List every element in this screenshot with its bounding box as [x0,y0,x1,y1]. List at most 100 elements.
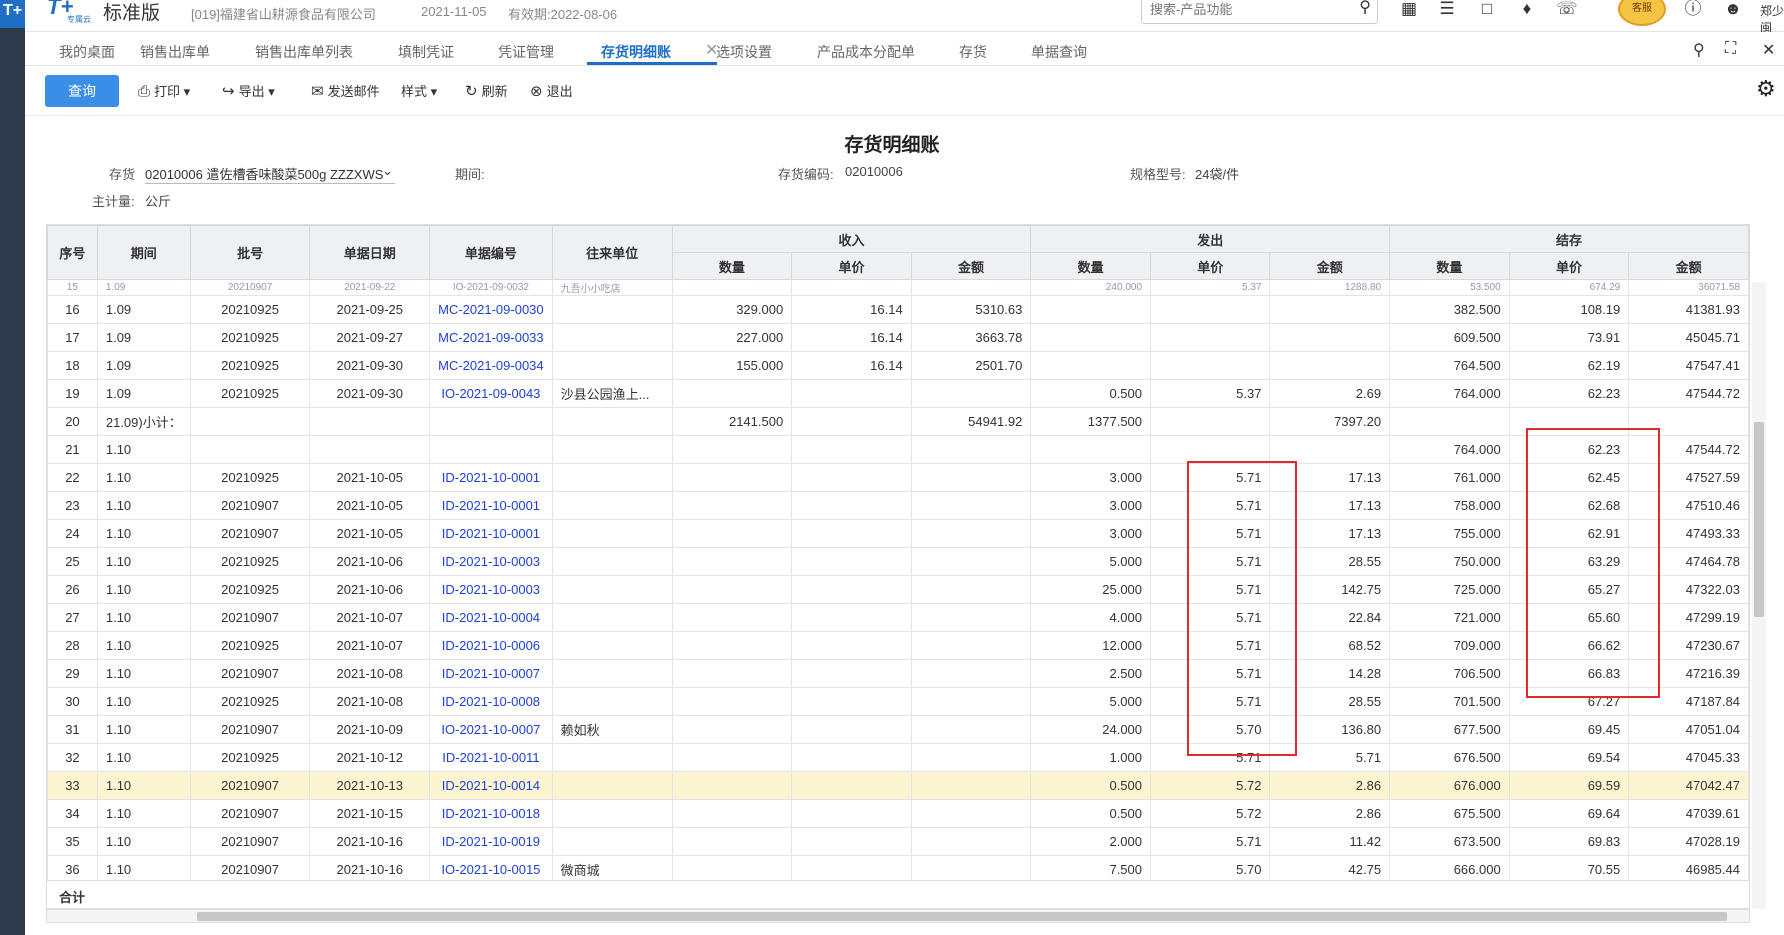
table-row[interactable]: 26 1.10 20210925 2021-10-06 ID-2021-10-0003 2… [47,575,1749,604]
table-row[interactable]: 34 1.10 20210907 2021-10-15 ID-2021-10-0018 0… [47,799,1749,828]
row-out-price: 5.37 [1150,279,1271,296]
tab-desktop[interactable]: 我的桌面 [59,42,115,62]
vertical-scroll-thumb[interactable] [1754,422,1764,617]
row-docno[interactable]: ID-2021-10-0001 [429,491,553,520]
horizontal-scrollbar[interactable] [46,909,1750,923]
table-row[interactable]: 35 1.10 20210907 2021-10-16 ID-2021-10-0019 2… [47,827,1749,856]
bell-icon[interactable]: ♦ [1516,0,1538,22]
search-icon[interactable]: ⚲ [1359,0,1371,17]
row-period: 1.10 [96,435,191,464]
settings-gear-icon[interactable]: ⚙ [1756,76,1776,102]
row-date: 2021-09-30 [309,379,431,408]
tab-inventory-ledger[interactable]: 存货明细账 [601,42,671,62]
row-batch: 20210907 [189,715,311,744]
row-docno[interactable]: ID-2021-10-0019 [429,827,553,856]
table-row[interactable]: 29 1.10 20210907 2021-10-08 ID-2021-10-0007 2… [47,659,1749,688]
row-in-qty: 2141.500 [671,407,793,436]
print-button[interactable]: ⎙ 打印 ▾ [138,81,190,100]
user-icon[interactable]: ☻ [1722,0,1744,22]
row-in-price [791,491,912,520]
tab-sales-outbound-list[interactable]: 销售出库单列表 [255,42,353,62]
row-docno[interactable]: ID-2021-10-0014 [429,771,553,800]
calculator-icon[interactable]: ▦ [1398,0,1420,22]
row-bal-qty: 721.000 [1389,603,1510,632]
horizontal-scroll-thumb[interactable] [197,912,1727,921]
row-docno[interactable]: ID-2021-10-0001 [429,463,553,492]
table-row[interactable]: 18 1.09 20210925 2021-09-30 MC-2021-09-0034 1… [47,351,1749,380]
checklist-icon[interactable]: ☰ [1436,0,1458,22]
table-row[interactable]: 31 1.10 20210907 2021-10-09 IO-2021-10-0007 赖… [47,715,1749,744]
row-docno[interactable]: MC-2021-09-0033 [429,323,553,352]
help-icon[interactable]: ⓘ [1682,0,1704,22]
export-button[interactable]: ↪ 导出 ▾ [222,81,275,100]
ledger-table-body: 序号 期间 批号 单据日期 单据编号 往来单位 收入 发出 结存 数量 单价 金… [47,225,1749,884]
table-row[interactable]: 32 1.10 20210925 2021-10-12 ID-2021-10-0011 1… [47,743,1749,772]
row-bal-price: 69.45 [1508,715,1630,744]
inventory-select[interactable]: 02010006 遣佐槽香味酸菜500g ZZZXWS ⌄ [145,162,395,184]
tab-document-query[interactable]: 单据查询 [1031,42,1087,62]
global-search[interactable]: ⚲ [1141,0,1378,24]
exit-button[interactable]: ⊗ 退出 [530,81,573,100]
row-in-amount [910,519,1032,548]
row-docno[interactable]: IO-2021-09-0032 [429,279,553,296]
table-row[interactable]: 16 1.09 20210925 2021-09-25 MC-2021-09-0030 3… [47,295,1749,324]
row-out-price [1150,435,1271,464]
table-row[interactable]: 20 21.09)小计： 2141.500 54941.92 1377.500 7397.… [47,407,1749,436]
fullscreen-icon[interactable]: ⛶ [1725,40,1736,58]
row-docno[interactable]: ID-2021-10-0003 [429,575,553,604]
tab-cost-allocation[interactable]: 产品成本分配单 [817,42,915,62]
row-bal-qty: 609.500 [1389,323,1510,352]
row-bal-price: 69.54 [1508,743,1630,772]
table-row[interactable]: 33 1.10 20210907 2021-10-13 ID-2021-10-0014 0… [47,771,1749,800]
table-row[interactable]: 24 1.10 20210907 2021-10-05 ID-2021-10-0001 3… [47,519,1749,548]
row-docno[interactable]: ID-2021-10-0001 [429,519,553,548]
row-bal-qty [1389,407,1510,436]
table-row[interactable]: 28 1.10 20210925 2021-10-07 ID-2021-10-0006 1… [47,631,1749,660]
search-input[interactable] [1150,0,1350,21]
search-icon[interactable]: ⚲ [1693,40,1705,60]
table-row[interactable]: 27 1.10 20210907 2021-10-07 ID-2021-10-0004 4… [47,603,1749,632]
row-docno[interactable]: IO-2021-09-0043 [429,379,553,408]
row-batch: 20210925 [189,743,311,772]
row-docno[interactable]: ID-2021-10-0008 [429,687,553,716]
tab-sales-outbound[interactable]: 销售出库单 [140,42,210,62]
table-row[interactable]: 17 1.09 20210925 2021-09-27 MC-2021-09-0033 2… [47,323,1749,352]
row-period: 1.10 [96,799,191,828]
row-docno[interactable]: ID-2021-10-0003 [429,547,553,576]
message-icon[interactable]: □ [1476,0,1498,22]
row-out-price: 5.71 [1150,827,1271,856]
row-docno[interactable]: ID-2021-10-0011 [429,743,553,772]
row-docno[interactable]: ID-2021-10-0004 [429,603,553,632]
close-icon[interactable]: ✕ [1762,40,1775,60]
tab-inventory[interactable]: 存货 [959,42,987,62]
row-docno[interactable]: MC-2021-09-0034 [429,351,553,380]
row-batch: 20210925 [189,295,311,324]
refresh-button[interactable]: ↻ 刷新 [465,81,508,100]
toolbar: 查询 ⎙ 打印 ▾ ↪ 导出 ▾ ✉ 发送邮件 样式 ▾ ↻ 刷新 ⊗ 退出 ⚙ [25,66,1784,116]
row-docno[interactable]: ID-2021-10-0006 [429,631,553,660]
table-row[interactable]: 21 1.10 764.000 62.23 47544.72 [47,435,1749,464]
query-button[interactable]: 查询 [45,75,119,107]
row-docno[interactable]: IO-2021-10-0007 [429,715,553,744]
tab-voucher-manage[interactable]: 凭证管理 [498,42,554,62]
username[interactable]: 郑少闽 [1760,2,1784,36]
row-docno[interactable]: ID-2021-10-0018 [429,799,553,828]
col-in-price: 单价 [791,252,912,280]
row-docno[interactable]: MC-2021-09-0030 [429,295,553,324]
table-row[interactable]: 22 1.10 20210925 2021-10-05 ID-2021-10-0001 3… [47,463,1749,492]
phone-icon[interactable]: ☏ [1556,0,1578,22]
row-out-qty: 24.000 [1030,715,1152,744]
row-period: 1.10 [96,827,191,856]
tab-options[interactable]: 选项设置 [716,42,772,62]
vertical-scrollbar[interactable] [1752,282,1766,909]
table-row[interactable]: 23 1.10 20210907 2021-10-05 ID-2021-10-0001 3… [47,491,1749,520]
table-row[interactable]: 19 1.09 20210925 2021-09-30 IO-2021-09-0043 沙… [47,379,1749,408]
tab-voucher-entry[interactable]: 填制凭证 [398,42,454,62]
send-email-button[interactable]: ✉ 发送邮件 [311,81,380,100]
table-row[interactable]: 25 1.10 20210925 2021-10-06 ID-2021-10-0003 5… [47,547,1749,576]
table-row[interactable]: 30 1.10 20210925 2021-10-08 ID-2021-10-0008 5… [47,687,1749,716]
row-docno[interactable]: ID-2021-10-0007 [429,659,553,688]
style-button[interactable]: 样式 ▾ [401,81,437,100]
table-row[interactable]: 15 1.09 20210907 2021-09-22 IO-2021-09-0032 九… [47,279,1749,296]
customer-service-avatar[interactable]: 客服 [1618,0,1666,26]
